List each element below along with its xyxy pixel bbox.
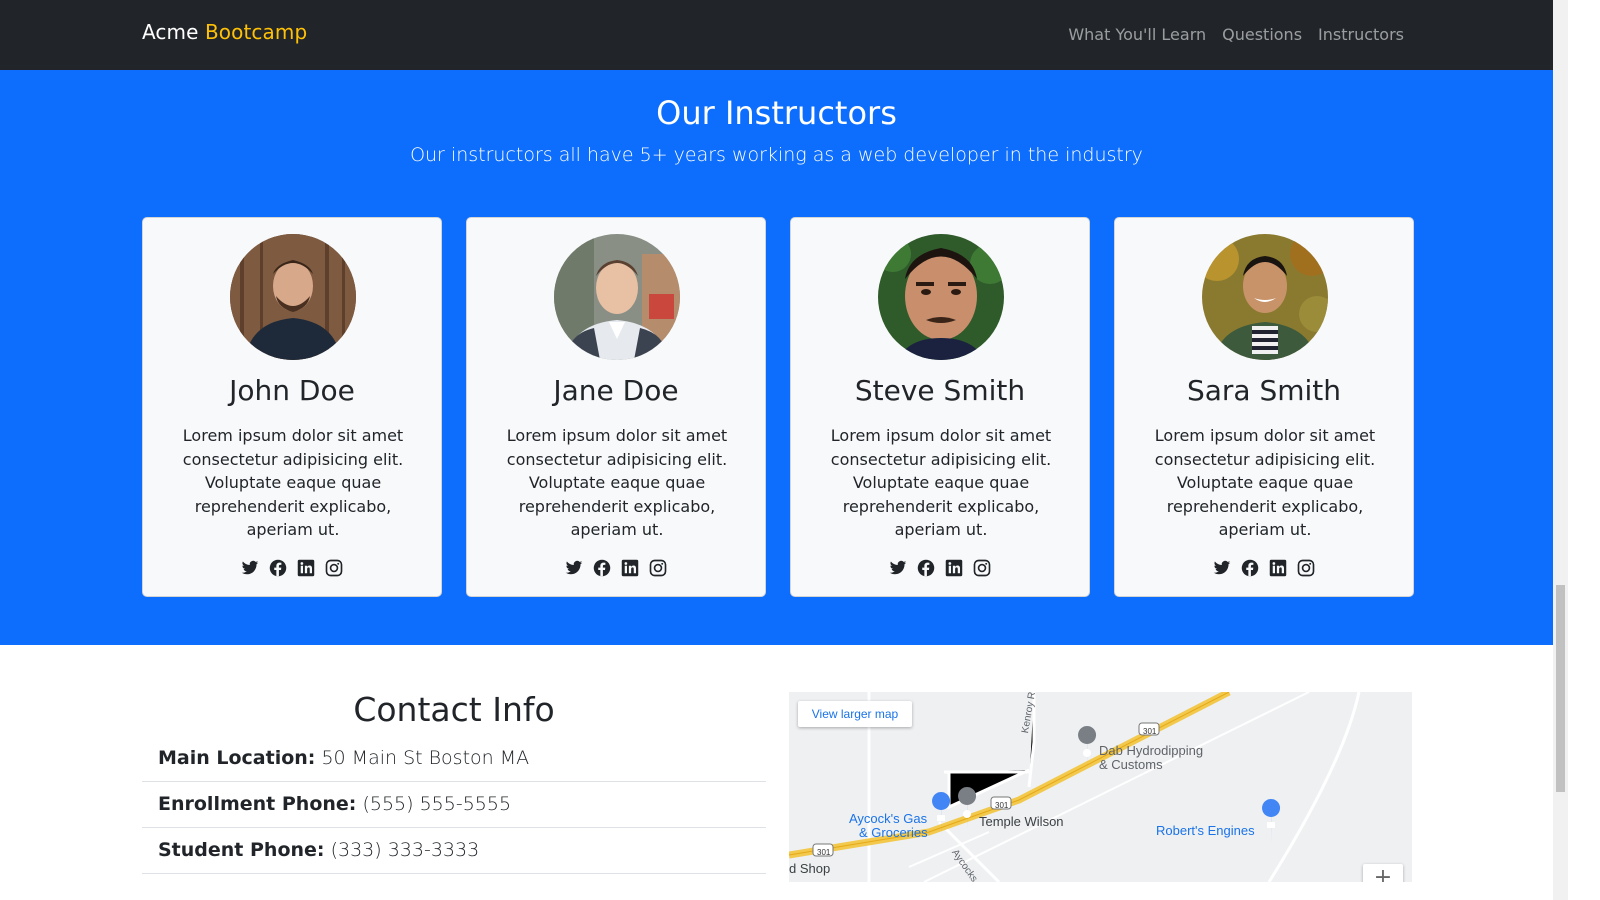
window-margin	[1568, 0, 1600, 900]
page-scrollbar[interactable]	[1553, 0, 1568, 900]
instructor-card: John Doe Lorem ipsum dolor sit amet cons…	[142, 217, 442, 597]
instructor-photo-jane	[554, 234, 680, 360]
contact-item-student-phone: Student Phone: (333) 333-3333	[142, 828, 766, 874]
social-links	[467, 559, 765, 577]
contact-value: (555) 555-5555	[362, 793, 512, 815]
linkedin-icon[interactable]	[621, 559, 639, 577]
social-links	[791, 559, 1089, 577]
instructor-cards: John Doe Lorem ipsum dolor sit amet cons…	[142, 217, 1414, 597]
instagram-icon[interactable]	[649, 559, 667, 577]
instructors-section: Our Instructors Our instructors all have…	[0, 70, 1553, 645]
brand-first: Acme	[142, 20, 199, 44]
facebook-icon[interactable]	[593, 559, 611, 577]
instructor-name: Sara Smith	[1186, 374, 1342, 407]
map-label-dab-2: & Customs	[1099, 757, 1163, 772]
instructor-card: Jane Doe Lorem ipsum dolor sit amet cons…	[466, 217, 766, 597]
instructor-bio: Lorem ipsum dolor sit amet consectetur a…	[506, 426, 728, 539]
instagram-icon[interactable]	[973, 559, 991, 577]
map-label-temple: Temple Wilson	[979, 814, 1064, 829]
facebook-icon[interactable]	[1241, 559, 1259, 577]
map-label-aycock: Aycock's Gas	[849, 811, 928, 826]
facebook-icon[interactable]	[269, 559, 287, 577]
nav-link-questions[interactable]: Questions	[1222, 25, 1302, 44]
twitter-icon[interactable]	[1213, 559, 1231, 577]
contact-item-location: Main Location: 50 Main St Boston MA	[142, 736, 766, 782]
brand-logo[interactable]: Acme Bootcamp	[142, 20, 307, 44]
contact-value: 50 Main St Boston MA	[321, 747, 530, 769]
instagram-icon[interactable]	[325, 559, 343, 577]
instagram-icon[interactable]	[1297, 559, 1315, 577]
contact-label: Main Location:	[158, 747, 316, 769]
instructor-card: Sara Smith Lorem ipsum dolor sit amet co…	[1114, 217, 1414, 597]
instructor-photo-steve	[878, 234, 1004, 360]
route-shield-label: 301	[995, 801, 1009, 810]
scrollbar-thumb[interactable]	[1556, 585, 1565, 792]
map-label-roberts: Robert's Engines	[1156, 823, 1255, 838]
instructor-name: John Doe	[229, 374, 355, 407]
instructor-card: Steve Smith Lorem ipsum dolor sit amet c…	[790, 217, 1090, 597]
contact-label: Enrollment Phone:	[158, 793, 357, 815]
instructor-name: Steve Smith	[854, 374, 1026, 407]
map-label-dab: Dab Hydrodipping	[1099, 743, 1204, 758]
instructor-bio: Lorem ipsum dolor sit amet consectetur a…	[830, 426, 1052, 539]
linkedin-icon[interactable]	[945, 559, 963, 577]
instructors-title: Our Instructors	[656, 94, 897, 132]
nav-links: What You'll Learn Questions Instructors	[1068, 25, 1404, 44]
map-label-aycock-2: & Groceries	[859, 825, 928, 840]
route-shield-label: 301	[817, 848, 831, 857]
instructor-name: Jane Doe	[553, 374, 679, 407]
instructor-bio: Lorem ipsum dolor sit amet consectetur a…	[182, 426, 404, 539]
linkedin-icon[interactable]	[1269, 559, 1287, 577]
instructor-photo-john	[230, 234, 356, 360]
linkedin-icon[interactable]	[297, 559, 315, 577]
brand-accent: Bootcamp	[204, 20, 308, 44]
nav-link-what-youll-learn[interactable]: What You'll Learn	[1068, 25, 1206, 44]
contact-list: Main Location: 50 Main St Boston MA Enro…	[142, 736, 766, 874]
navbar: Acme Bootcamp What You'll Learn Question…	[0, 0, 1553, 70]
social-links	[143, 559, 441, 577]
map-zoom-in-button[interactable]: +	[1363, 864, 1403, 882]
instructor-bio: Lorem ipsum dolor sit amet consectetur a…	[1154, 426, 1376, 539]
contact-value: (333) 333-3333	[330, 839, 480, 861]
contact-title: Contact Info	[353, 690, 555, 729]
twitter-icon[interactable]	[241, 559, 259, 577]
instructor-photo-sara	[1202, 234, 1328, 360]
instructors-lead: Our instructors all have 5+ years workin…	[410, 144, 1143, 166]
contact-label: Student Phone:	[158, 839, 325, 861]
embedded-map[interactable]: View larger map Dab Hydrodipping & Custo…	[789, 692, 1412, 882]
facebook-icon[interactable]	[917, 559, 935, 577]
twitter-icon[interactable]	[565, 559, 583, 577]
route-shield-label: 301	[1143, 727, 1157, 736]
view-larger-map-link[interactable]: View larger map	[798, 701, 912, 727]
contact-item-enrollment-phone: Enrollment Phone: (555) 555-5555	[142, 782, 766, 828]
nav-link-instructors[interactable]: Instructors	[1318, 25, 1404, 44]
map-label-shop: d Shop	[789, 861, 831, 876]
twitter-icon[interactable]	[889, 559, 907, 577]
social-links	[1115, 559, 1413, 577]
